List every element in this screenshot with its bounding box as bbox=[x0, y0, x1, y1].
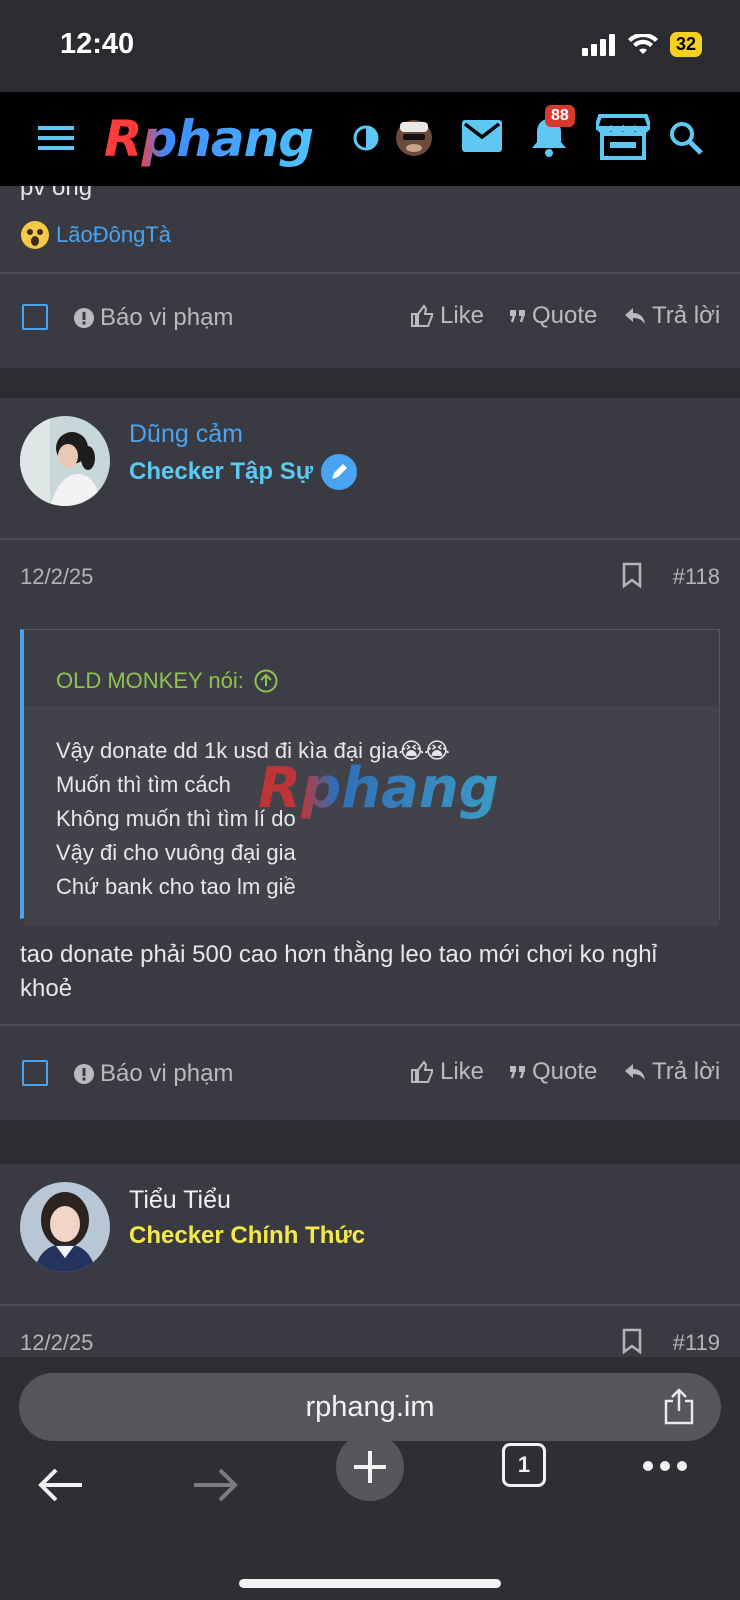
top-navigation: Rphang bbox=[0, 92, 740, 186]
select-post-checkbox[interactable] bbox=[22, 304, 48, 330]
post-number[interactable]: #119 bbox=[673, 1330, 720, 1356]
user-avatar-icon[interactable] bbox=[394, 114, 434, 158]
reaction-summary[interactable]: LãoĐôngTà bbox=[20, 220, 171, 250]
post-body-tail: pv ông bbox=[20, 186, 93, 201]
quote-icon bbox=[510, 310, 525, 323]
user-title-row: Checker Tập Sự bbox=[129, 454, 358, 490]
thumbs-up-icon bbox=[411, 1060, 433, 1083]
like-button[interactable]: Like bbox=[410, 1058, 484, 1086]
avatar-image bbox=[20, 416, 110, 506]
post-body-line: tao donate phải 500 cao hơn thằng leo ta… bbox=[20, 941, 657, 968]
quote-header[interactable]: OLD MONKEY nói: bbox=[24, 630, 719, 706]
divider bbox=[0, 1304, 740, 1306]
report-button[interactable]: Báo vi phạm bbox=[74, 1060, 233, 1088]
menu-icon[interactable] bbox=[38, 124, 74, 152]
post-author[interactable]: Dũng cảm bbox=[129, 420, 243, 449]
store-icon[interactable] bbox=[596, 112, 650, 160]
avatar-image bbox=[20, 1182, 110, 1272]
status-icons: 32 bbox=[581, 32, 702, 57]
battery-icon: 32 bbox=[669, 32, 702, 57]
watermark-logo: Rphang bbox=[258, 756, 499, 821]
reply-icon bbox=[625, 1064, 645, 1080]
post-date[interactable]: 12/2/25 bbox=[20, 1330, 93, 1356]
reactor-name[interactable]: LãoĐôngTà bbox=[56, 222, 171, 248]
site-logo[interactable]: Rphang bbox=[104, 110, 314, 168]
avatar[interactable] bbox=[20, 1182, 110, 1272]
thumbs-up-icon bbox=[411, 304, 433, 327]
report-button[interactable]: Báo vi phạm bbox=[74, 304, 233, 332]
quote-button[interactable]: Quote bbox=[510, 1058, 597, 1086]
forward-arrow-icon[interactable] bbox=[192, 1467, 238, 1503]
post-body: tao donate phải 500 cao hơn thằng leo ta… bbox=[20, 938, 720, 1006]
wow-emoji-icon bbox=[21, 221, 49, 249]
mail-icon[interactable] bbox=[462, 120, 502, 152]
post-number[interactable]: #118 bbox=[673, 564, 720, 590]
url-text[interactable]: rphang.im bbox=[19, 1391, 721, 1424]
quote-icon bbox=[510, 1066, 525, 1079]
select-post-checkbox[interactable] bbox=[22, 1060, 48, 1086]
status-bar: 12:40 32 bbox=[0, 0, 740, 92]
reply-label: Trả lời bbox=[652, 302, 721, 329]
quote-button[interactable]: Quote bbox=[510, 302, 597, 330]
user-title: Checker Chính Thức bbox=[129, 1222, 366, 1249]
avatar[interactable] bbox=[20, 416, 110, 506]
bookmark-icon[interactable] bbox=[622, 1328, 642, 1354]
report-label: Báo vi phạm bbox=[100, 1060, 234, 1087]
address-bar[interactable]: rphang.im bbox=[19, 1373, 721, 1441]
reply-button[interactable]: Trả lời bbox=[624, 1058, 720, 1086]
quote-author: OLD MONKEY nói: bbox=[56, 668, 244, 693]
arrow-up-circle-icon bbox=[254, 669, 278, 693]
bookmark-icon[interactable] bbox=[622, 562, 642, 588]
post-action-bar: Báo vi phạm Like Quote Trả lời bbox=[0, 274, 740, 368]
post-119: Tiểu Tiểu Checker Chính Thức 12/2/25 #11… bbox=[0, 1164, 740, 1356]
report-label: Báo vi phạm bbox=[100, 304, 234, 331]
home-indicator bbox=[239, 1579, 501, 1588]
signal-icon bbox=[581, 33, 615, 56]
wifi-icon bbox=[627, 33, 658, 54]
divider bbox=[0, 538, 740, 540]
warning-icon bbox=[74, 1064, 94, 1084]
status-time: 12:40 bbox=[60, 28, 135, 60]
reply-label: Trả lời bbox=[652, 1058, 721, 1085]
browser-toolbar: rphang.im 1 bbox=[0, 1356, 740, 1600]
more-icon[interactable] bbox=[642, 1460, 688, 1472]
post-author[interactable]: Tiểu Tiểu bbox=[129, 1186, 231, 1215]
quote-label: Quote bbox=[532, 1058, 598, 1085]
verified-editor-icon bbox=[321, 454, 358, 490]
post-body-line: khoẻ bbox=[20, 975, 73, 1002]
notification-badge: 88 bbox=[545, 105, 575, 127]
reply-button[interactable]: Trả lời bbox=[624, 302, 720, 330]
back-arrow-icon[interactable] bbox=[38, 1467, 84, 1503]
user-title: Checker Tập Sự bbox=[129, 458, 314, 485]
post-date[interactable]: 12/2/25 bbox=[20, 564, 93, 590]
quote-line: Chứ bank cho tao lm giề bbox=[56, 874, 296, 899]
thread-content: pv ông LãoĐôngTà Báo vi phạm Like Quote … bbox=[0, 186, 740, 1356]
search-icon[interactable] bbox=[668, 120, 704, 156]
post-action-bar: Báo vi phạm Like Quote Trả lời bbox=[0, 1026, 740, 1120]
reply-icon bbox=[625, 308, 645, 324]
like-label: Like bbox=[440, 1058, 485, 1085]
quote-line: Vậy đi cho vuông đại gia bbox=[56, 840, 296, 865]
new-tab-icon[interactable] bbox=[336, 1433, 404, 1501]
like-label: Like bbox=[440, 302, 485, 329]
like-button[interactable]: Like bbox=[410, 302, 484, 330]
theme-toggle-icon[interactable] bbox=[352, 124, 380, 152]
previous-post: pv ông LãoĐôngTà Báo vi phạm Like Quote … bbox=[0, 186, 740, 368]
warning-icon bbox=[74, 308, 94, 328]
quote-label: Quote bbox=[532, 302, 598, 329]
share-icon[interactable] bbox=[663, 1387, 695, 1425]
tab-count-button[interactable]: 1 bbox=[502, 1443, 546, 1487]
